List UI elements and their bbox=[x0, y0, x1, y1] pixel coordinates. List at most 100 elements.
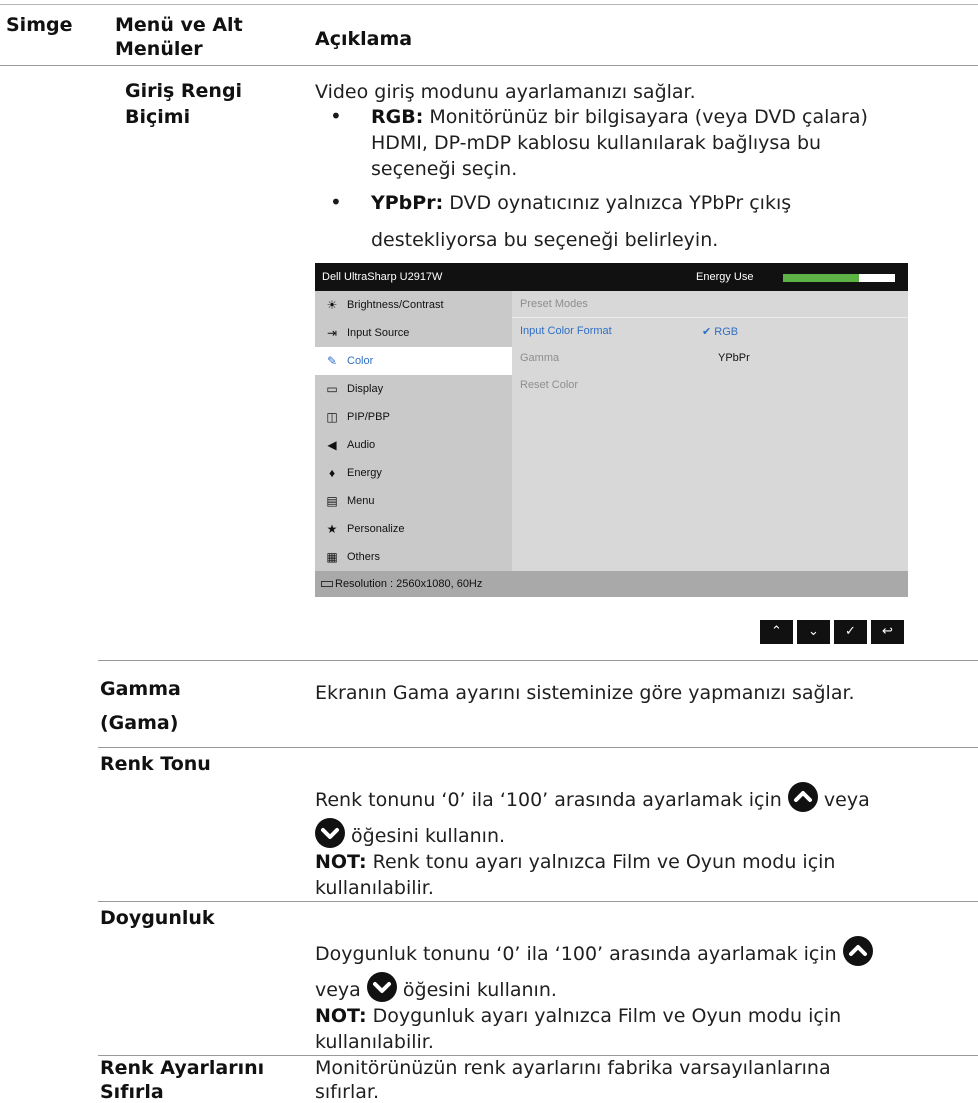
saturation-line2: veya öğesini kullanın. bbox=[315, 972, 557, 1006]
hue-line1-text: Renk tonunu ‘0’ ila ‘100’ arasında ayarl… bbox=[315, 789, 782, 811]
star-icon: ★ bbox=[326, 522, 338, 536]
hue-note-line1: Renk tonu ayarı yalnızca Film ve Oyun mo… bbox=[372, 851, 836, 873]
bullet: • bbox=[330, 190, 342, 214]
osd-title: Dell UltraSharp U2917W bbox=[322, 271, 443, 283]
rgb-label: RGB: bbox=[371, 106, 424, 128]
osd-menu-label: Brightness/Contrast bbox=[347, 299, 444, 311]
osd-menu-item-color[interactable]: ✎ Color bbox=[315, 347, 512, 375]
note-label: NOT: bbox=[315, 1005, 367, 1027]
osd-menu-screenshot: Dell UltraSharp U2917W Energy Use ☀ Brigh… bbox=[315, 263, 908, 597]
input-color-intro: Video giriş modunu ayarlamanızı sağlar. bbox=[315, 81, 696, 103]
up-icon: ⌃ bbox=[771, 624, 782, 639]
down-circle-icon bbox=[366, 972, 397, 1002]
osd-menu-label: Others bbox=[347, 551, 381, 563]
saturation-line2-text: öğesini kullanın. bbox=[402, 979, 557, 1001]
up-circle-icon bbox=[787, 782, 818, 812]
reset-title-line2: Sıfırla bbox=[100, 1081, 164, 1103]
sun-icon: ☀ bbox=[326, 298, 338, 312]
back-button[interactable]: ↩ bbox=[871, 620, 904, 644]
ypbpr-line1: DVD oynatıcınız yalnızca YPbPr çıkış bbox=[449, 192, 792, 214]
top-rule bbox=[0, 4, 978, 5]
row-rule bbox=[98, 660, 978, 661]
color-icon: ✎ bbox=[326, 354, 338, 368]
osd-menu-item-others[interactable]: ▦ Others bbox=[315, 543, 512, 571]
osd-menu-label: Color bbox=[347, 355, 374, 367]
note-label: NOT: bbox=[315, 851, 367, 873]
gamma-title-line1: Gamma bbox=[100, 678, 181, 700]
menu-icon: ▤ bbox=[326, 494, 338, 508]
osd-menu-item-brightness-contrast[interactable]: ☀ Brightness/Contrast bbox=[315, 291, 512, 319]
osd-menu-item-display[interactable]: ▭ Display bbox=[315, 375, 512, 403]
osd-submenu-row-input-color-format[interactable]: Input Color Format ✔ RGB bbox=[512, 318, 908, 344]
display-icon: ▭ bbox=[326, 382, 338, 396]
osd-submenu-label: Reset Color bbox=[520, 379, 579, 391]
down-circle-icon bbox=[315, 818, 345, 848]
speaker-icon: ◀ bbox=[327, 438, 337, 452]
reset-desc-line2: sıfırlar. bbox=[315, 1081, 379, 1103]
check-icon: ✓ bbox=[845, 624, 856, 639]
hue-line1: Renk tonunu ‘0’ ila ‘100’ arasında ayarl… bbox=[315, 782, 870, 816]
hue-line2-text: öğesini kullanın. bbox=[351, 825, 506, 847]
rgb-option-desc: RGB: Monitörünüz bir bilgisayara (veya D… bbox=[371, 104, 907, 182]
osd-menu-label: PIP/PBP bbox=[347, 411, 390, 423]
row-rule bbox=[98, 901, 978, 902]
ypbpr-option-desc: YPbPr: DVD oynatıcınız yalnızca YPbPr çı… bbox=[371, 190, 791, 216]
gamma-title: Gamma (Gama) bbox=[100, 672, 181, 740]
osd-footer: Resolution : 2560x1080, 60Hz bbox=[315, 571, 908, 597]
osd-submenu-value[interactable]: YPbPr bbox=[702, 352, 750, 364]
osd-submenu-row-reset-color[interactable]: Reset Color bbox=[512, 372, 908, 398]
connector-icon bbox=[321, 581, 333, 587]
header-rule bbox=[0, 65, 978, 66]
reset-title-line1: Renk Ayarlarını bbox=[100, 1057, 265, 1079]
osd-submenu-row-gamma[interactable]: Gamma YPbPr bbox=[512, 345, 908, 371]
bullet: • bbox=[330, 104, 342, 128]
check-icon: ✔ bbox=[702, 326, 715, 338]
saturation-note: NOT: Doygunluk ayarı yalnızca Film ve Oy… bbox=[315, 1003, 841, 1055]
osd-menu-label: Audio bbox=[347, 439, 376, 451]
osd-menu-item-personalize[interactable]: ★ Personalize bbox=[315, 515, 512, 543]
col-header-menu-line1: Menü ve Alt bbox=[115, 14, 243, 36]
down-button[interactable]: ⌄ bbox=[797, 620, 830, 644]
others-icon: ▦ bbox=[326, 550, 338, 564]
ypbpr-label: YPbPr: bbox=[371, 192, 444, 214]
pip-icon: ◫ bbox=[326, 410, 338, 424]
saturation-line2-before: veya bbox=[315, 979, 361, 1001]
hue-note: NOT: Renk tonu ayarı yalnızca Film ve Oy… bbox=[315, 849, 835, 901]
osd-menu-label: Menu bbox=[347, 495, 375, 507]
rgb-line1: Monitörünüz bir bilgisayara (veya DVD ça… bbox=[429, 106, 868, 128]
osd-submenu: Preset Modes Input Color Format ✔ RGB Gamma… bbox=[512, 291, 908, 571]
input-color-title-line1: Giriş Rengi bbox=[125, 80, 243, 102]
osd-menu-item-menu[interactable]: ▤ Menu bbox=[315, 487, 512, 515]
osd-menu-item-audio[interactable]: ◀ Audio bbox=[315, 431, 512, 459]
energy-icon: ♦ bbox=[328, 466, 336, 480]
osd-menu-item-input-source[interactable]: ⇥ Input Source bbox=[315, 319, 512, 347]
osd-menu-item-pip-pbp[interactable]: ◫ PIP/PBP bbox=[315, 403, 512, 431]
energy-use-fill bbox=[783, 274, 860, 282]
rgb-line3: seçeneği seçin. bbox=[371, 158, 518, 180]
osd-menu-label: Energy bbox=[347, 467, 382, 479]
col-header-menu-line2: Menüler bbox=[115, 38, 203, 60]
saturation-line1: Doygunluk tonunu ‘0’ ila ‘100’ arasında … bbox=[315, 936, 873, 970]
osd-header: Dell UltraSharp U2917W Energy Use bbox=[315, 263, 908, 291]
input-color-title-line2: Biçimi bbox=[125, 106, 191, 128]
osd-menu-item-energy[interactable]: ♦ Energy bbox=[315, 459, 512, 487]
col-header-desc: Açıklama bbox=[315, 28, 413, 50]
down-icon: ⌄ bbox=[808, 624, 819, 639]
osd-submenu-value-text: YPbPr bbox=[718, 352, 750, 364]
ypbpr-line2: destekliyorsa bu seçeneği belirleyin. bbox=[371, 229, 719, 251]
hue-title: Renk Tonu bbox=[100, 753, 211, 775]
reset-title: Renk Ayarlarını Sıfırla bbox=[100, 1056, 264, 1103]
up-button[interactable]: ⌃ bbox=[760, 620, 793, 644]
input-source-icon: ⇥ bbox=[326, 326, 338, 340]
reset-desc-line1: Monitörünüzün renk ayarlarını fabrika va… bbox=[315, 1057, 831, 1079]
check-button[interactable]: ✓ bbox=[834, 620, 867, 644]
row-rule bbox=[98, 747, 978, 748]
osd-submenu-value[interactable]: ✔ RGB bbox=[702, 325, 738, 338]
osd-resolution: Resolution : 2560x1080, 60Hz bbox=[335, 578, 483, 590]
osd-menu-label: Display bbox=[347, 383, 384, 395]
hue-note-line2: kullanılabilir. bbox=[315, 877, 434, 899]
gamma-title-line2: (Gama) bbox=[100, 712, 179, 734]
col-header-menu: Menü ve Alt Menüler bbox=[115, 13, 243, 61]
gamma-desc: Ekranın Gama ayarını sisteminize göre ya… bbox=[315, 682, 855, 704]
osd-submenu-row-preset-modes[interactable]: Preset Modes bbox=[512, 291, 908, 317]
